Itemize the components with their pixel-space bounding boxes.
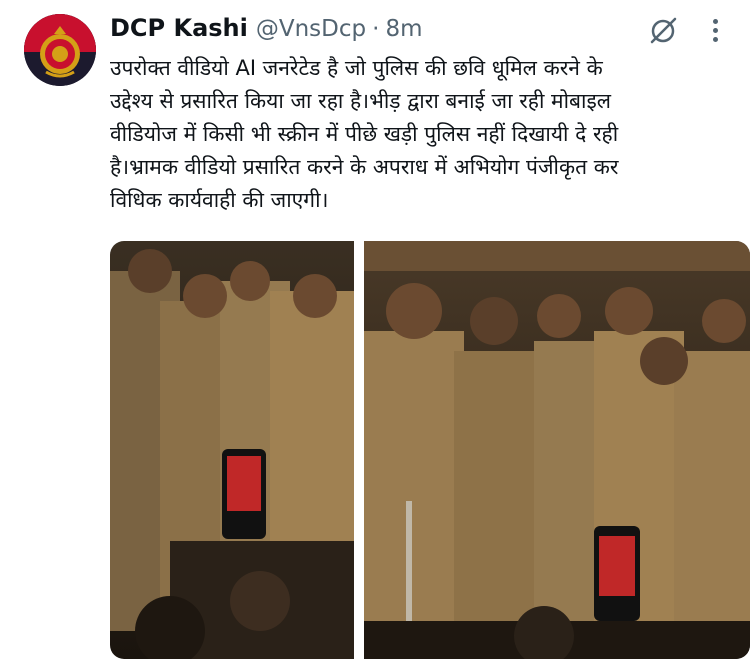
media-image-left[interactable] bbox=[110, 241, 354, 659]
media-image-right[interactable] bbox=[364, 241, 750, 659]
avatar[interactable] bbox=[24, 14, 96, 86]
tweet-media[interactable] bbox=[110, 241, 750, 659]
tweet-text: उपरोक्त वीडियो AI जनरेटेड है जो पुलिस की… bbox=[110, 56, 619, 212]
tweet-timestamp[interactable]: 8m bbox=[385, 16, 422, 42]
police-emblem-icon bbox=[24, 14, 96, 86]
author-handle[interactable]: @VnsDcp bbox=[256, 16, 366, 42]
more-options-icon[interactable] bbox=[700, 14, 730, 46]
separator-dot: · bbox=[372, 16, 380, 42]
author-name[interactable]: DCP Kashi bbox=[110, 14, 248, 42]
grok-icon[interactable] bbox=[648, 14, 680, 46]
tweet-header: DCP Kashi @VnsDcp · 8m bbox=[110, 14, 422, 48]
